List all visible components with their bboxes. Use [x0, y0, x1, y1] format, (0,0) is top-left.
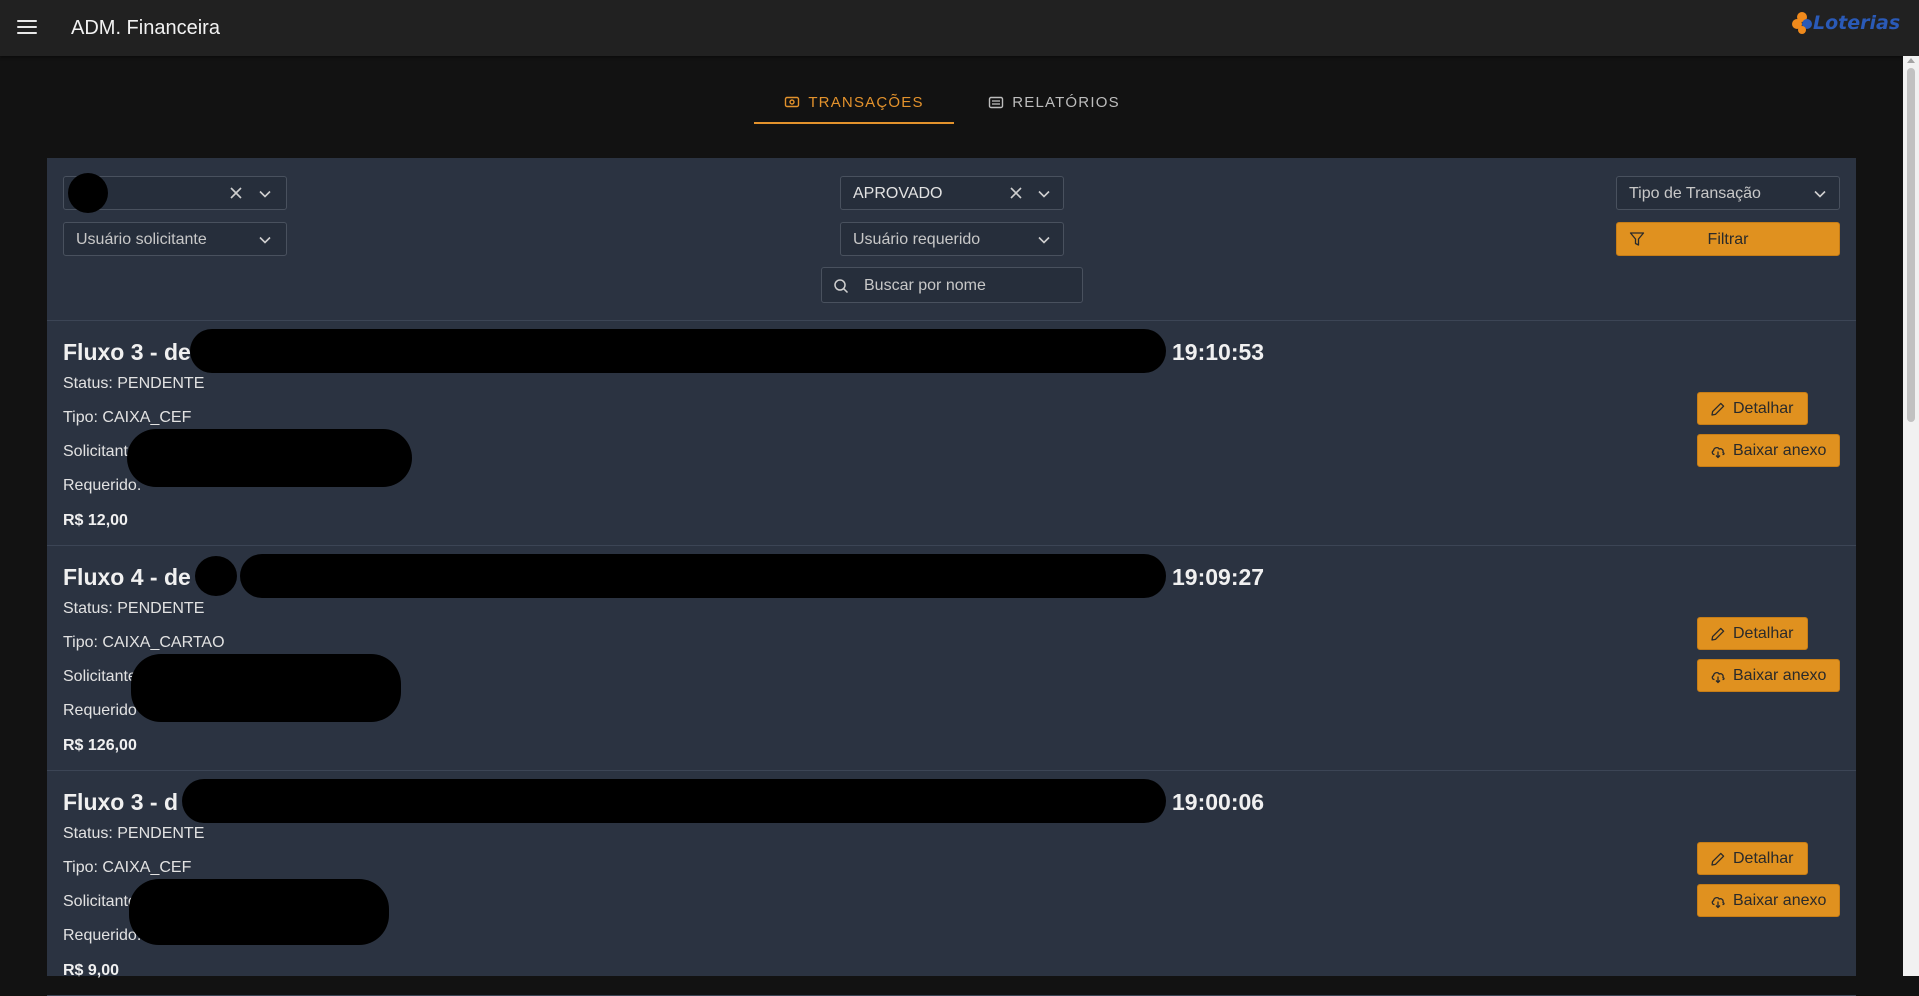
detalhar-button[interactable]: Detalhar	[1697, 842, 1808, 875]
pencil-icon	[1711, 627, 1725, 641]
baixar-anexo-label: Baixar anexo	[1733, 891, 1827, 909]
tipo-transacao-placeholder: Tipo de Transação	[1629, 185, 1761, 202]
solicitante-select[interactable]: Usuário solicitante	[63, 222, 287, 256]
tab-relatorios-label: RELATÓRIOS	[1012, 93, 1120, 111]
detalhar-label: Detalhar	[1733, 849, 1794, 867]
detalhar-button[interactable]: Detalhar	[1697, 617, 1808, 650]
requerido-placeholder: Usuário requerido	[853, 231, 981, 248]
chevron-down-icon	[1038, 190, 1050, 198]
scroll-up-icon[interactable]	[1907, 58, 1915, 63]
chevron-down-icon	[1038, 236, 1050, 244]
tab-transacoes[interactable]: TRANSAÇÕES	[754, 82, 954, 124]
tab-transacoes-label: TRANSAÇÕES	[808, 93, 924, 111]
transaction-title: Fluxo 3 - de	[63, 339, 191, 365]
transaction-requerido: Requerido	[63, 702, 137, 719]
report-icon	[989, 96, 1004, 109]
transaction-time: 19:10:53	[1172, 339, 1265, 365]
transaction-title: Fluxo 4 - de	[63, 564, 191, 590]
transaction-tipo: Tipo: CAIXA_CEF	[63, 409, 192, 426]
tab-relatorios[interactable]: RELATÓRIOS	[954, 82, 1154, 122]
baixar-anexo-label: Baixar anexo	[1733, 666, 1827, 684]
transaction-tipo: Tipo: CAIXA_CARTAO	[63, 634, 225, 651]
scroll-thumb[interactable]	[1907, 68, 1915, 422]
tipo-transacao-select[interactable]: Tipo de Transação	[1616, 176, 1840, 210]
detalhar-label: Detalhar	[1733, 399, 1794, 417]
app-bar: ADM. Financeira Loterias	[0, 0, 1919, 56]
transaction-solicitante: Solicitante	[63, 668, 137, 685]
redaction-mark	[131, 654, 401, 722]
redaction-mark	[195, 556, 237, 596]
solicitante-placeholder: Usuário solicitante	[76, 231, 207, 248]
money-icon	[785, 96, 800, 108]
transaction-status: Status: PENDENTE	[63, 600, 205, 617]
transactions-panel: e Usuário solicitante APROVADO Usuário r…	[47, 158, 1856, 996]
search-icon	[834, 279, 849, 294]
transaction-item: Fluxo 3 - de 19:10:53 Status: PENDENTE T…	[47, 321, 1856, 546]
transaction-requerido: Requerido.	[63, 927, 142, 944]
redaction-mark	[129, 879, 389, 945]
pencil-icon	[1711, 852, 1725, 866]
detalhar-label: Detalhar	[1733, 624, 1794, 642]
transaction-requerido: Requerido.	[63, 477, 142, 494]
transaction-solicitante: Solicitante	[63, 893, 137, 910]
clover-icon	[1792, 12, 1812, 34]
redaction-mark	[190, 329, 1166, 373]
filter-button-label: Filtrar	[1707, 231, 1749, 248]
redaction-mark	[182, 779, 1166, 823]
search-field[interactable]	[821, 267, 1083, 303]
transaction-amount: R$ 9,00	[63, 962, 120, 979]
status-select-value: APROVADO	[853, 185, 943, 202]
chevron-down-icon	[1814, 190, 1826, 198]
clear-icon[interactable]	[1009, 186, 1023, 200]
chevron-down-icon	[259, 190, 271, 198]
filter-button[interactable]: Filtrar	[1616, 222, 1840, 256]
transaction-amount: R$ 12,00	[63, 512, 128, 529]
cloud-download-icon	[1711, 671, 1725, 683]
redaction-mark	[127, 429, 412, 487]
page-scrollbar[interactable]	[1903, 56, 1919, 976]
redaction-mark	[240, 554, 1166, 598]
app-title: ADM. Financeira	[71, 17, 220, 39]
detalhar-button[interactable]: Detalhar	[1697, 392, 1808, 425]
loterias-logo: Loterias	[1792, 12, 1900, 34]
transaction-status: Status: PENDENTE	[63, 375, 205, 392]
transaction-item: Fluxo 4 - de 19:09:27 Status: PENDENTE T…	[47, 546, 1856, 771]
chevron-down-icon	[259, 236, 271, 244]
transaction-tipo: Tipo: CAIXA_CEF	[63, 859, 192, 876]
transaction-title: Fluxo 3 - d	[63, 789, 178, 815]
menu-icon[interactable]	[17, 20, 37, 36]
transaction-time: 19:00:06	[1172, 789, 1265, 815]
status-select[interactable]: APROVADO	[840, 176, 1064, 210]
cloud-download-icon	[1711, 446, 1725, 458]
requerido-select[interactable]: Usuário requerido	[840, 222, 1064, 256]
transaction-amount: R$ 126,00	[63, 737, 137, 754]
redaction-mark	[68, 173, 108, 213]
transaction-status: Status: PENDENTE	[63, 825, 205, 842]
filters-area: e Usuário solicitante APROVADO Usuário r…	[47, 158, 1856, 321]
clear-icon[interactable]	[229, 186, 243, 200]
cloud-download-icon	[1711, 896, 1725, 908]
transaction-item: Fluxo 3 - d 19:00:06 Status: PENDENTE Ti…	[47, 771, 1856, 996]
baixar-anexo-label: Baixar anexo	[1733, 441, 1827, 459]
logo-text: Loterias	[1813, 12, 1901, 34]
pencil-icon	[1711, 402, 1725, 416]
baixar-anexo-button[interactable]: Baixar anexo	[1697, 659, 1840, 692]
baixar-anexo-button[interactable]: Baixar anexo	[1697, 884, 1840, 917]
search-input[interactable]	[862, 274, 1076, 298]
baixar-anexo-button[interactable]: Baixar anexo	[1697, 434, 1840, 467]
tab-bar: TRANSAÇÕES RELATÓRIOS	[754, 82, 1154, 124]
transaction-time: 19:09:27	[1172, 564, 1265, 590]
transaction-solicitante: Solicitant	[63, 443, 128, 460]
